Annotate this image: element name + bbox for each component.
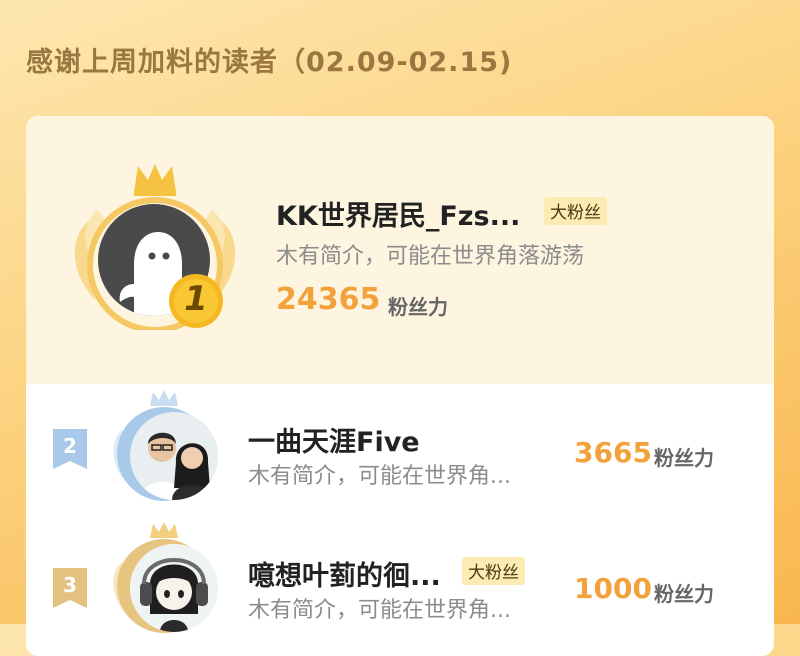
rank-2-number: 2 — [63, 434, 77, 458]
reader-3-fans-value: 1000 — [574, 572, 652, 605]
reader-1-name[interactable]: KK世界居民_Fzs... — [276, 194, 520, 233]
reader-2-bio: 木有简介，可能在世界角... — [248, 464, 511, 489]
reader-3-name[interactable]: 噫想叶菿的徊... — [248, 554, 441, 593]
reader-2-fans-value: 3665 — [574, 436, 652, 469]
reader-2-fans-label: 粉丝力 — [654, 446, 714, 470]
page-title: 感谢上周加料的读者（02.09-02.15) — [26, 47, 513, 78]
reader-2-name[interactable]: 一曲天涯Five — [248, 420, 420, 459]
reader-3-badge: 大粉丝 — [462, 557, 525, 585]
rank-3-flag: 3 — [53, 568, 87, 610]
reader-1-fans-value: 24365 — [276, 282, 381, 317]
reader-1-fans-label: 粉丝力 — [388, 295, 448, 319]
rank-1-number: 1 — [184, 279, 208, 319]
couple-photo-icon — [130, 412, 218, 500]
reader-3-avatar — [130, 544, 218, 632]
rank-3-row[interactable]: 3 噫想叶菿的徊... 大粉丝 木有简介，可能在世界角... 1000 粉丝力 — [26, 514, 774, 654]
reader-3-bio: 木有简介，可能在世界角... — [248, 598, 511, 623]
reader-1-badge: 大粉丝 — [544, 197, 607, 225]
reader-3-fans-label: 粉丝力 — [654, 582, 714, 606]
anime-headphones-avatar-icon — [130, 544, 218, 632]
rank-2-row[interactable]: 2 一曲天涯Five 木有简介，可能在世界角... 3665 粉丝力 — [26, 384, 774, 514]
reader-2-avatar — [130, 412, 218, 500]
reader-1-bio: 木有简介，可能在世界角落游荡 — [276, 244, 585, 269]
rank-1-row[interactable]: 1 KK世界居民_Fzs... 大粉丝 木有简介，可能在世界角落游荡 24365… — [26, 116, 774, 384]
rank-2-flag: 2 — [53, 429, 87, 471]
leaderboard-card: 1 KK世界居民_Fzs... 大粉丝 木有简介，可能在世界角落游荡 24365… — [26, 116, 774, 656]
rank-3-number: 3 — [63, 573, 77, 597]
